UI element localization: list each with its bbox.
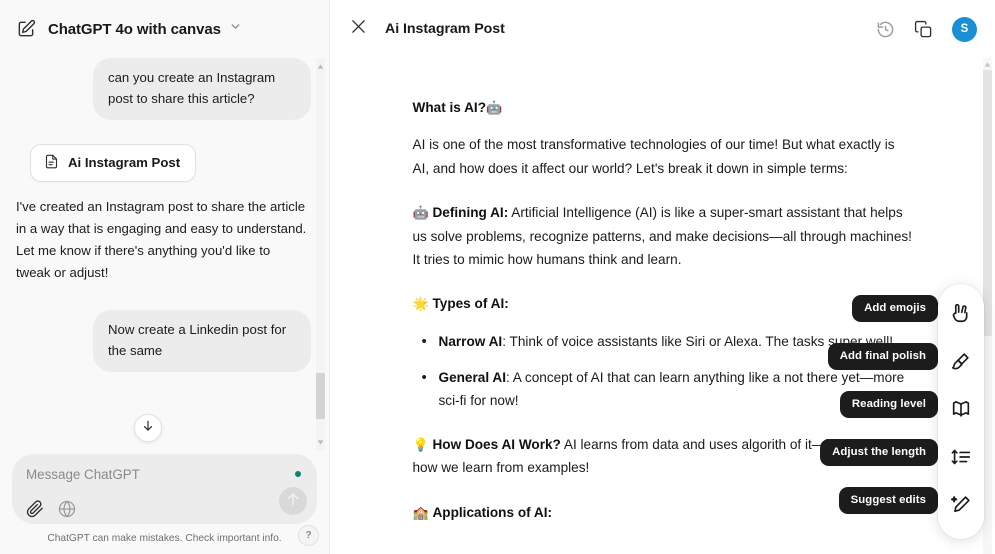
tool-adjust-the-length-button[interactable] xyxy=(941,436,981,482)
scrollbar-down-arrow[interactable] xyxy=(316,436,325,448)
canvas-scrollbar-up-arrow[interactable] xyxy=(983,59,992,70)
history-clock-icon[interactable] xyxy=(876,20,895,39)
tooltip-row: Add final polish xyxy=(820,332,938,380)
hand-peace-icon xyxy=(950,302,972,329)
tooltip-row: Reading level xyxy=(820,380,938,428)
canvas-actions: S xyxy=(876,17,977,42)
arrow-up-icon xyxy=(285,491,301,512)
document-icon xyxy=(44,154,59,172)
scroll-to-bottom-button[interactable] xyxy=(134,414,162,442)
composer-tools xyxy=(26,500,303,523)
tool-suggest-edits-button[interactable] xyxy=(941,484,981,530)
bullet-term: General AI xyxy=(439,370,507,385)
disclaimer-text: ChatGPT can make mistakes. Check importa… xyxy=(0,524,329,554)
sidebar-scrollbar-thumb[interactable] xyxy=(316,373,325,419)
doc-heading-text: What is AI? xyxy=(413,100,487,115)
star-emoji-icon: 🌟 xyxy=(413,296,429,311)
doc-work-text-before: AI learns from data and uses algorith of… xyxy=(561,437,825,452)
tooltip-reading-level: Reading level xyxy=(840,391,938,418)
tooltip-row: Suggest edits xyxy=(820,476,938,524)
tooltip-add-final-polish: Add final polish xyxy=(828,343,938,370)
chatgpt-canvas-window: ChatGPT 4o with canvas can you create an… xyxy=(0,0,995,554)
edit-square-icon[interactable] xyxy=(16,19,36,39)
robot-emoji-icon-2: 🤖 xyxy=(413,205,429,220)
lightbulb-emoji-icon: 💡 xyxy=(413,437,429,452)
canvas-title: Ai Instagram Post xyxy=(385,21,505,37)
doc-intro: AI is one of the most transformative tec… xyxy=(413,133,913,180)
assistant-message-text: I've created an Instagram post to share … xyxy=(14,196,311,284)
message-list: can you create an Instagram post to shar… xyxy=(0,58,329,450)
canvas-scrollbar-thumb[interactable] xyxy=(983,70,992,336)
doc-heading: What is AI?🤖 xyxy=(413,96,913,119)
user-message-bubble-2: Now create a Linkedin post for the same xyxy=(93,310,311,372)
length-adjust-icon xyxy=(950,446,972,473)
close-icon[interactable] xyxy=(350,18,367,40)
canvas-header: Ai Instagram Post S xyxy=(330,0,995,58)
composer-zone: Message ChatGPT xyxy=(0,450,329,524)
message-row-user-2: Now create a Linkedin post for the same xyxy=(14,310,311,372)
status-dot xyxy=(295,471,301,477)
user-message-bubble: can you create an Instagram post to shar… xyxy=(93,58,311,120)
toolbar-tooltips: Add emojis Add final polish Reading leve… xyxy=(820,284,938,524)
open-book-icon xyxy=(950,398,972,425)
chat-sidebar: ChatGPT 4o with canvas can you create an… xyxy=(0,0,330,554)
tool-reading-level-button[interactable] xyxy=(941,388,981,434)
doc-defining-label: Defining AI: xyxy=(432,205,508,220)
model-title[interactable]: ChatGPT 4o with canvas xyxy=(48,21,221,38)
tooltip-row: Adjust the length xyxy=(820,428,938,476)
doc-types-label: Types of AI: xyxy=(432,296,508,311)
tooltip-suggest-edits: Suggest edits xyxy=(839,487,938,514)
tooltip-row: Add emojis xyxy=(820,284,938,332)
doc-work-label: How Does AI Work? xyxy=(432,437,560,452)
canvas-tool-rail xyxy=(938,284,984,539)
doc-applications-label: Applications of AI: xyxy=(432,505,552,520)
tooltip-add-emojis: Add emojis xyxy=(852,295,938,322)
send-button[interactable] xyxy=(279,487,307,515)
sidebar-header: ChatGPT 4o with canvas xyxy=(0,0,329,58)
scrollbar-up-arrow[interactable] xyxy=(316,60,325,72)
avatar[interactable]: S xyxy=(952,17,977,42)
paintbrush-icon xyxy=(950,350,972,377)
canvas-panel: Ai Instagram Post S W xyxy=(330,0,995,554)
paperclip-icon[interactable] xyxy=(26,500,44,523)
message-input[interactable]: Message ChatGPT xyxy=(26,467,303,483)
magic-pencil-icon xyxy=(950,494,972,521)
chevron-down-icon[interactable] xyxy=(233,20,242,38)
tool-add-emojis-button[interactable] xyxy=(941,292,981,338)
school-emoji-icon: 🏫 xyxy=(413,505,429,520)
arrow-down-icon xyxy=(141,419,155,438)
doc-defining-ai: 🤖 Defining AI: Artificial Intelligence (… xyxy=(413,201,913,271)
tool-add-final-polish-button[interactable] xyxy=(941,340,981,386)
bullet-term: Narrow AI xyxy=(439,334,503,349)
message-composer[interactable]: Message ChatGPT xyxy=(12,454,317,524)
globe-icon[interactable] xyxy=(58,500,76,523)
tooltip-adjust-the-length: Adjust the length xyxy=(820,439,938,466)
message-row-user: can you create an Instagram post to shar… xyxy=(14,58,311,120)
artifact-chip-ai-instagram-post[interactable]: Ai Instagram Post xyxy=(30,144,196,182)
copy-duplicate-icon[interactable] xyxy=(914,20,933,39)
artifact-chip-label: Ai Instagram Post xyxy=(68,155,180,170)
help-button[interactable]: ? xyxy=(298,525,319,546)
robot-emoji-icon: 🤖 xyxy=(486,100,502,115)
